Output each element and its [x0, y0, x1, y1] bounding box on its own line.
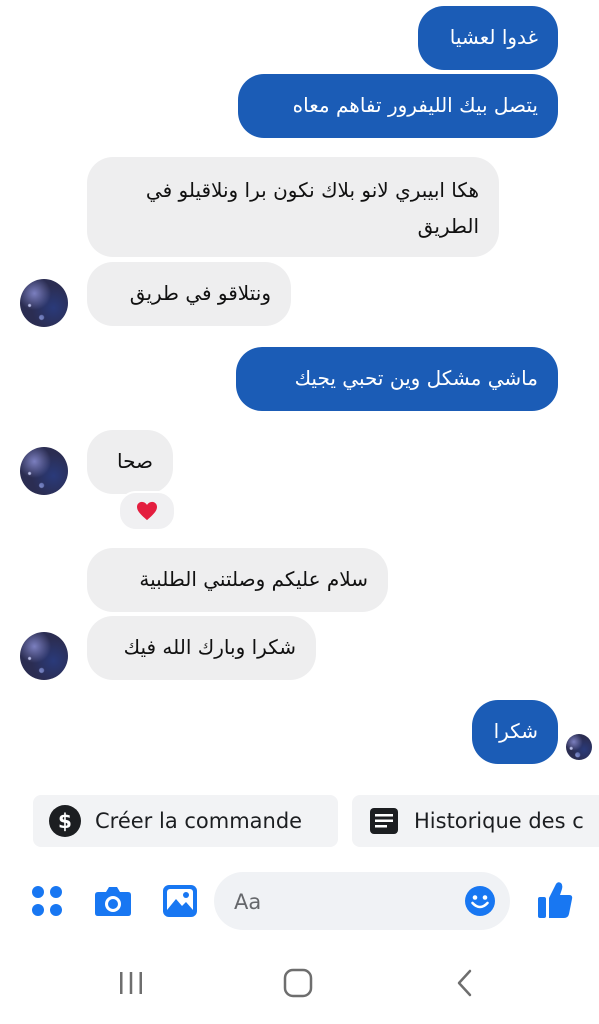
message-input-container — [214, 872, 510, 930]
dollar-icon: $ — [49, 805, 81, 837]
emoji-icon[interactable] — [464, 885, 496, 917]
message-incoming[interactable]: ونتلاقو في طريق — [87, 262, 291, 326]
camera-icon[interactable] — [94, 884, 132, 918]
heart-icon — [137, 501, 157, 521]
contact-avatar[interactable] — [20, 447, 68, 495]
order-history-label: Historique des c — [414, 809, 584, 833]
message-text: ونتلاقو في طريق — [129, 281, 271, 305]
message-text: شكرا — [493, 719, 538, 743]
message-incoming[interactable]: شكرا وبارك الله فيك — [87, 616, 316, 680]
message-text: ماشي مشكل وين تحبي يجيك — [294, 366, 538, 390]
order-history-button[interactable]: Historique des c — [352, 795, 599, 847]
message-outgoing[interactable]: غدوا لعشيا — [418, 6, 558, 70]
read-receipt-avatar — [566, 734, 592, 760]
message-incoming[interactable]: صحا — [87, 430, 173, 494]
create-order-label: Créer la commande — [95, 809, 303, 833]
thumbs-up-icon[interactable] — [536, 880, 574, 920]
contact-avatar[interactable] — [20, 279, 68, 327]
message-text: غدوا لعشيا — [449, 25, 538, 49]
gallery-icon[interactable] — [162, 884, 198, 918]
message-text: شكرا وبارك الله فيك — [123, 635, 296, 659]
message-text: هكا ابيبري لانو بلاك نكون برا ونلاقيلو ف… — [145, 178, 479, 238]
message-outgoing[interactable]: شكرا — [472, 700, 558, 764]
home-icon[interactable] — [282, 967, 314, 999]
menu-dots-icon[interactable] — [30, 884, 64, 918]
message-text: يتصل بيك الليفرور تفاهم معاه — [292, 93, 538, 117]
recent-apps-icon[interactable] — [117, 969, 145, 997]
reaction-badge[interactable] — [118, 491, 176, 531]
message-outgoing[interactable]: ماشي مشكل وين تحبي يجيك — [236, 347, 558, 411]
back-icon[interactable] — [452, 968, 478, 998]
message-incoming[interactable]: هكا ابيبري لانو بلاك نكون برا ونلاقيلو ف… — [87, 157, 499, 257]
message-incoming[interactable]: سلام عليكم وصلتني الطلبية — [87, 548, 388, 612]
create-order-button[interactable]: $ Créer la commande — [33, 795, 338, 847]
message-input[interactable] — [232, 884, 456, 920]
message-text: سلام عليكم وصلتني الطلبية — [139, 567, 368, 591]
svg-text:$: $ — [58, 809, 72, 833]
message-outgoing[interactable]: يتصل بيك الليفرور تفاهم معاه — [238, 74, 558, 138]
list-icon — [370, 808, 398, 834]
messenger-conversation: غدوا لعشيا يتصل بيك الليفرور تفاهم معاه … — [0, 0, 599, 1024]
message-text: صحا — [117, 449, 153, 473]
contact-avatar[interactable] — [20, 632, 68, 680]
